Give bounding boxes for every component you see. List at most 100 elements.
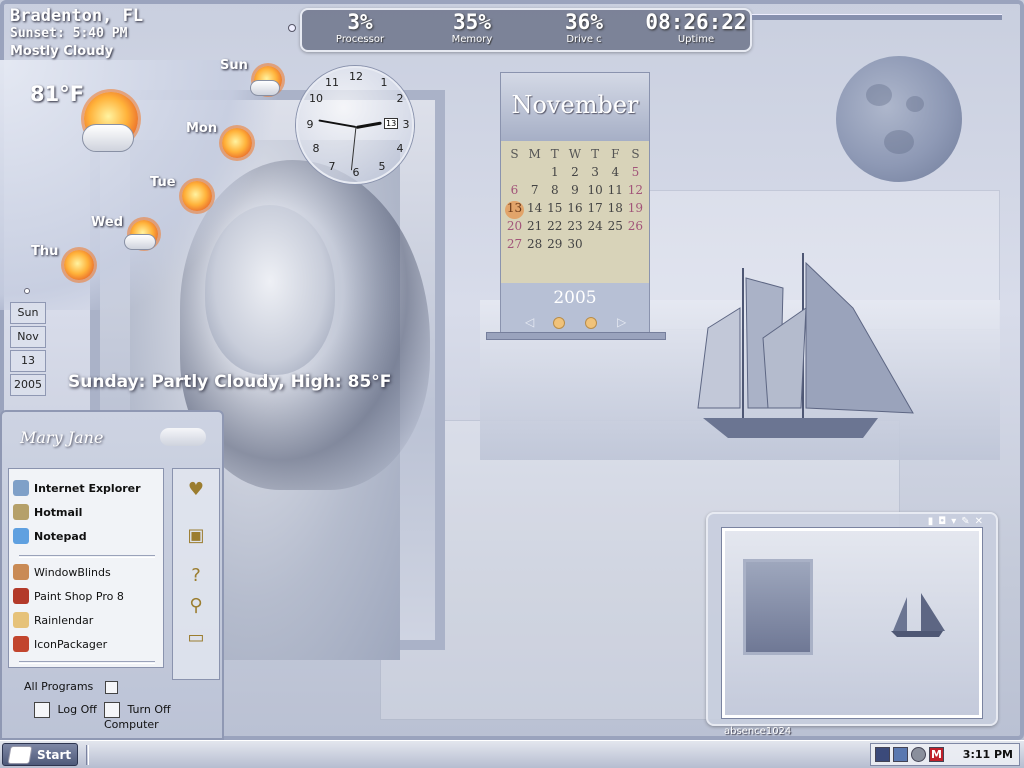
calendar-day[interactable]: 30 [565,237,584,255]
menu-item-rainlendar[interactable]: Rainlendar [13,609,161,631]
calendar-day[interactable]: 18 [606,201,625,219]
log-off-icon [34,702,50,718]
calendar-day[interactable]: 9 [565,183,584,201]
menu-item-paint-shop-pro[interactable]: Paint Shop Pro 8 [13,585,161,607]
start-logo-icon [7,745,33,764]
clock-number: 3 [402,118,410,131]
cloud-icon [82,124,134,152]
date-year: 2005 [10,374,46,396]
preview-label: absence1024 [724,726,792,737]
start-label: Start [37,747,72,762]
stat-label: Memory [451,34,493,45]
calendar-weekday-row: S M T W T F S [505,147,645,165]
weather-forecast-text: Sunday: Partly Cloudy, High: 85°F [68,372,392,392]
calendar-day[interactable]: 12 [626,183,645,201]
log-off-button[interactable]: Log Off [34,702,97,718]
calendar-day[interactable]: 26 [626,219,645,237]
weekday-label: M [528,147,541,161]
calendar-day[interactable]: 10 [586,183,605,201]
calendar-day[interactable]: 25 [606,219,625,237]
run-icon[interactable]: ▭ [185,627,207,649]
tray-display-icon[interactable] [893,747,908,762]
weekday-label: W [568,147,582,161]
help-icon[interactable]: ? [185,565,207,587]
start-menu-programs: Internet Explorer Hotmail Notepad Window… [8,468,164,668]
calendar-day[interactable]: 29 [545,237,564,255]
calendar-nav-dot-icon[interactable] [553,317,565,329]
calendar-day[interactable]: 2 [565,165,584,183]
date-indicator-dot [24,288,30,294]
weekday-label: S [510,147,519,161]
calendar-day[interactable]: 11 [606,183,625,201]
tray-clock[interactable]: 3:11 PM [963,748,1013,761]
sun-icon [222,128,252,158]
tray-speaker-icon[interactable] [911,747,926,762]
calendar-widget: November S M T W T F S 1 2 3 4 5 6 7 8 9 10 11 12 13… [500,72,650,340]
date-number: 13 [10,350,46,372]
calendar-day[interactable]: 17 [586,201,605,219]
weekday-label: F [611,147,620,161]
weather-condition: Mostly Cloudy [10,44,114,59]
calendar-day[interactable]: 14 [525,201,544,219]
menu-item-hotmail[interactable]: Hotmail [13,501,161,523]
calendar-day[interactable]: 16 [565,201,584,219]
calendar-day [525,165,544,183]
calendar-day[interactable]: 4 [606,165,625,183]
stat-value: 36% [565,10,603,34]
weather-location: Bradenton, FL [10,6,144,26]
clock-number: 9 [306,118,314,131]
ship-image [697,253,914,438]
start-button[interactable]: Start [2,743,78,766]
calendar-day[interactable]: 15 [545,201,564,219]
cloud-icon [250,80,280,96]
turn-off-button[interactable]: Turn Off Computer [104,702,222,731]
clock-number: 5 [378,160,386,173]
control-panel-icon[interactable]: ▣ [185,525,207,547]
menu-item-internet-explorer[interactable]: Internet Explorer [13,477,161,499]
rainlendar-icon [13,612,29,628]
calendar-month: November [501,73,649,141]
calendar-year: 2005 [553,288,597,308]
all-programs-button[interactable]: All Programs [24,680,122,694]
calendar-day[interactable]: 21 [525,219,544,237]
calendar-day[interactable]: 22 [545,219,564,237]
stat-label: Uptime [677,34,715,45]
clock-minute-hand [318,119,357,128]
calendar-day[interactable]: 28 [525,237,544,255]
calendar-day[interactable]: 6 [505,183,524,201]
clock-number: 8 [312,142,320,155]
calendar-day[interactable]: 23 [565,219,584,237]
favorites-heart-icon[interactable]: ♥ [185,479,207,501]
wallpaper-preview-window[interactable]: ▮◘▾✎✕ absence1024 [706,512,998,737]
start-menu-username: Mary Jane [20,428,104,447]
calendar-day[interactable]: 1 [545,165,564,183]
menu-item-iconpackager[interactable]: IconPackager [13,633,161,655]
calendar-nav-dot-icon[interactable] [585,317,597,329]
menu-item-notepad[interactable]: Notepad [13,525,161,547]
stat-value: 08:26:22 [645,10,747,34]
notepad-icon [13,528,29,544]
turn-off-icon [104,702,120,718]
calendar-day[interactable]: 20 [505,219,524,237]
calendar-day[interactable]: 8 [545,183,564,201]
clock-number: 4 [396,142,404,155]
prev-month-arrow-icon[interactable]: ◁ [525,315,534,329]
preview-controls[interactable]: ▮◘▾✎✕ [928,516,988,527]
calendar-week-row: 27 28 29 30 [505,237,645,255]
moon-image [836,56,962,182]
calendar-grid: S M T W T F S 1 2 3 4 5 6 7 8 9 10 11 12 13 14 15 16 17 1… [501,141,649,283]
calendar-day[interactable]: 5 [626,165,645,183]
calendar-day[interactable]: 24 [586,219,605,237]
calendar-day[interactable]: 3 [586,165,605,183]
tray-network-icon[interactable] [875,747,890,762]
tray-mail-icon[interactable]: M [929,747,944,762]
menu-item-label: Notepad [34,529,87,543]
calendar-day [626,237,645,255]
search-icon[interactable]: ⚲ [185,595,207,617]
next-month-arrow-icon[interactable]: ▷ [617,315,626,329]
calendar-day[interactable]: 13 [505,201,524,219]
calendar-day[interactable]: 7 [525,183,544,201]
menu-item-windowblinds[interactable]: WindowBlinds [13,561,161,583]
calendar-day[interactable]: 19 [626,201,645,219]
calendar-day[interactable]: 27 [505,237,524,255]
